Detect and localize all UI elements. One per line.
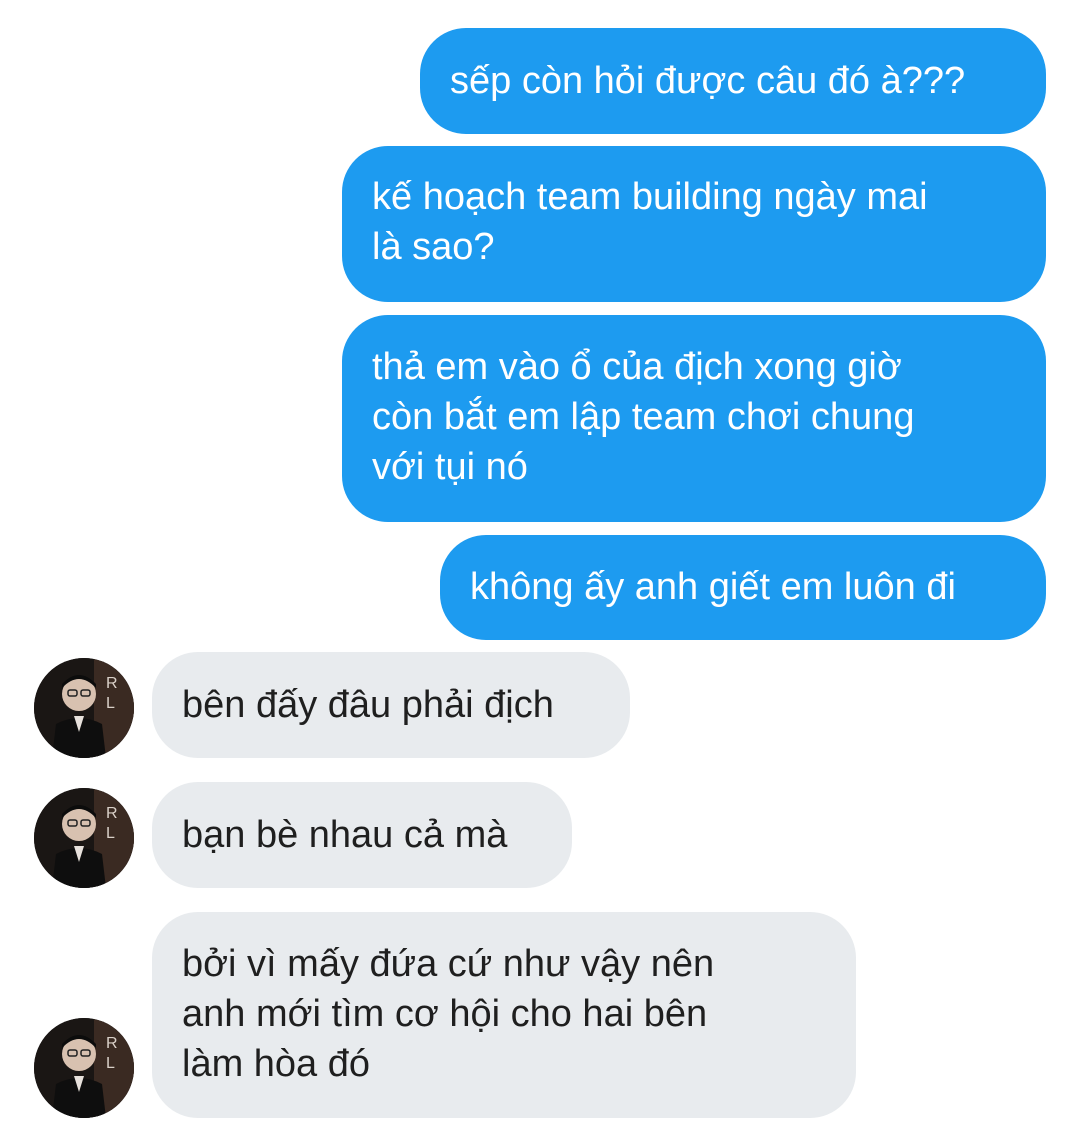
svg-text:L: L: [106, 1055, 115, 1072]
sent-message[interactable]: kế hoạch team building ngày mai là sao?: [342, 146, 1046, 302]
sent-message[interactable]: sếp còn hỏi được câu đó à???: [420, 28, 1046, 134]
avatar-photo-icon: R L: [34, 1018, 134, 1118]
svg-text:R: R: [106, 675, 118, 692]
sent-message[interactable]: không ấy anh giết em luôn đi: [440, 535, 1046, 640]
message-thread: sếp còn hỏi được câu đó à??? kế hoạch te…: [0, 0, 1080, 1136]
avatar-photo-icon: R L: [34, 658, 134, 758]
contact-avatar[interactable]: R L: [34, 658, 134, 758]
svg-text:R: R: [106, 805, 118, 822]
avatar-photo-icon: R L: [34, 788, 134, 888]
svg-text:L: L: [106, 695, 115, 712]
contact-avatar[interactable]: R L: [34, 1018, 134, 1118]
received-message[interactable]: bên đấy đâu phải địch: [152, 652, 630, 758]
contact-avatar[interactable]: R L: [34, 788, 134, 888]
svg-text:L: L: [106, 825, 115, 842]
received-message[interactable]: bạn bè nhau cả mà: [152, 782, 572, 888]
sent-message[interactable]: thả em vào ổ của địch xong giờ còn bắt e…: [342, 315, 1046, 522]
received-message[interactable]: bởi vì mấy đứa cứ như vậy nên anh mới tì…: [152, 912, 856, 1118]
svg-text:R: R: [106, 1035, 118, 1052]
